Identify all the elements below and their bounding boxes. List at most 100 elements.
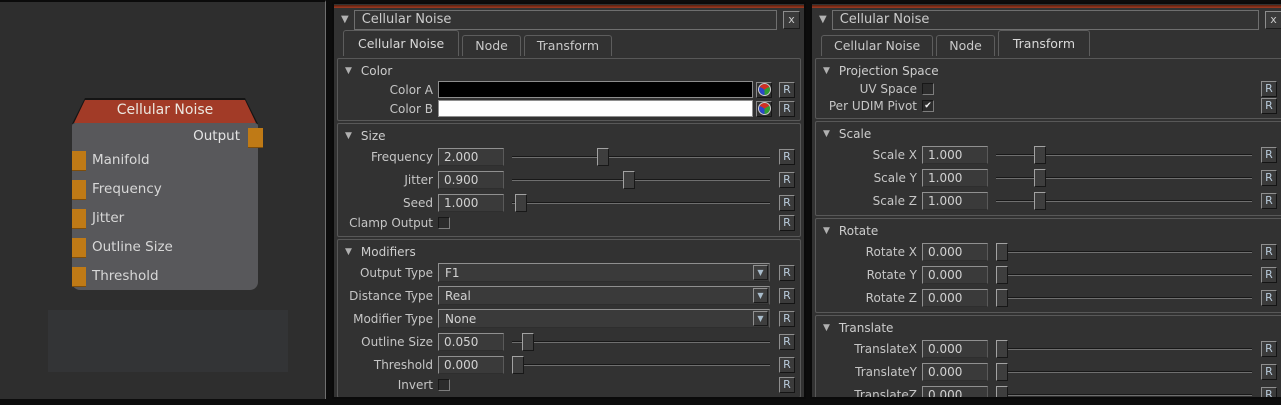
modifier-type-dropdown[interactable]: None ▼	[438, 309, 770, 328]
output-port[interactable]	[248, 128, 263, 148]
reset-button[interactable]: R	[1261, 98, 1277, 114]
tab-node[interactable]: Node	[936, 35, 995, 56]
tab-transform[interactable]: Transform	[524, 35, 612, 56]
reset-button[interactable]: R	[1261, 147, 1277, 163]
tab-cellular-noise[interactable]: Cellular Noise	[821, 35, 933, 56]
seed-input[interactable]: 1.000	[438, 194, 504, 212]
reset-button[interactable]: R	[779, 377, 795, 393]
slider-handle[interactable]	[597, 148, 609, 166]
translate-z-slider[interactable]	[996, 386, 1252, 400]
rotate-y-slider[interactable]	[996, 266, 1252, 284]
rotate-y-input[interactable]: 0.000	[922, 266, 988, 284]
node-graph-canvas[interactable]: Cellular Noise Output Manifold Frequency…	[0, 0, 326, 399]
reset-button[interactable]: R	[1261, 267, 1277, 283]
section-header-size[interactable]: ▼ Size	[338, 124, 800, 145]
scale-z-input[interactable]: 1.000	[922, 192, 988, 210]
reset-button[interactable]: R	[779, 195, 795, 211]
reset-button[interactable]: R	[779, 215, 795, 231]
rotate-z-input[interactable]: 0.000	[922, 289, 988, 307]
reset-button[interactable]: R	[779, 82, 795, 98]
reset-button[interactable]: R	[1261, 364, 1277, 380]
reset-button[interactable]: R	[1261, 341, 1277, 357]
reset-button[interactable]: R	[779, 149, 795, 165]
input-port-outline-size[interactable]	[72, 238, 86, 258]
threshold-input[interactable]: 0.000	[438, 356, 504, 374]
color-picker-button[interactable]	[756, 101, 772, 117]
slider-handle[interactable]	[1034, 169, 1046, 187]
translate-y-slider[interactable]	[996, 363, 1252, 381]
scale-z-slider[interactable]	[996, 192, 1252, 210]
translate-x-slider[interactable]	[996, 340, 1252, 358]
panel-title[interactable]: Cellular Noise	[832, 10, 1259, 30]
per-udim-pivot-checkbox[interactable]: ✔	[922, 100, 934, 112]
color-a-swatch[interactable]	[438, 81, 753, 98]
rotate-x-input[interactable]: 0.000	[922, 243, 988, 261]
outline-size-slider[interactable]	[512, 333, 770, 351]
output-type-dropdown[interactable]: F1 ▼	[438, 263, 770, 282]
slider-handle[interactable]	[515, 194, 527, 212]
slider-handle[interactable]	[996, 363, 1008, 381]
color-b-swatch[interactable]	[438, 100, 753, 117]
collapse-triangle-icon[interactable]: ▼	[819, 15, 827, 25]
slider-handle[interactable]	[1034, 192, 1046, 210]
section-header-rotate[interactable]: ▼ Rotate	[816, 219, 1281, 240]
node-header[interactable]: Cellular Noise	[72, 98, 258, 124]
reset-button[interactable]: R	[1261, 290, 1277, 306]
cellular-noise-node[interactable]: Output Manifold Frequency Jitter Outline…	[72, 123, 258, 290]
scale-y-slider[interactable]	[996, 169, 1252, 187]
seed-slider[interactable]	[512, 194, 770, 212]
reset-button[interactable]: R	[1261, 387, 1277, 400]
section-header-modifiers[interactable]: ▼ Modifiers	[338, 240, 800, 261]
color-picker-button[interactable]	[756, 82, 772, 98]
input-port-manifold[interactable]	[72, 151, 86, 171]
reset-button[interactable]: R	[779, 265, 795, 281]
close-button[interactable]: x	[1265, 11, 1281, 29]
threshold-slider[interactable]	[512, 356, 770, 374]
reset-button[interactable]: R	[779, 288, 795, 304]
slider-handle[interactable]	[996, 289, 1008, 307]
slider-handle[interactable]	[522, 333, 534, 351]
reset-button[interactable]: R	[779, 101, 795, 117]
jitter-input[interactable]: 0.900	[438, 171, 504, 189]
input-port-threshold[interactable]	[72, 267, 86, 287]
dropdown-arrow-icon[interactable]: ▼	[753, 265, 768, 280]
scale-y-input[interactable]: 1.000	[922, 169, 988, 187]
outline-size-input[interactable]: 0.050	[438, 333, 504, 351]
rotate-z-slider[interactable]	[996, 289, 1252, 307]
input-port-frequency[interactable]	[72, 180, 86, 200]
input-port-jitter[interactable]	[72, 209, 86, 229]
dropdown-arrow-icon[interactable]: ▼	[753, 311, 768, 326]
dropdown-arrow-icon[interactable]: ▼	[753, 288, 768, 303]
tab-node[interactable]: Node	[462, 35, 521, 56]
distance-type-dropdown[interactable]: Real ▼	[438, 286, 770, 305]
scale-x-slider[interactable]	[996, 146, 1252, 164]
translate-x-input[interactable]: 0.000	[922, 340, 988, 358]
clamp-output-checkbox[interactable]	[438, 217, 450, 229]
scale-x-input[interactable]: 1.000	[922, 146, 988, 164]
slider-handle[interactable]	[996, 386, 1008, 400]
slider-handle[interactable]	[512, 356, 524, 374]
invert-checkbox[interactable]	[438, 379, 450, 391]
reset-button[interactable]: R	[779, 172, 795, 188]
reset-button[interactable]: R	[1261, 81, 1277, 97]
slider-handle[interactable]	[996, 243, 1008, 261]
collapse-triangle-icon[interactable]: ▼	[341, 15, 349, 25]
slider-handle[interactable]	[1034, 146, 1046, 164]
tab-transform[interactable]: Transform	[998, 30, 1090, 56]
section-header-projection-space[interactable]: ▼ Projection Space	[816, 59, 1281, 80]
frequency-input[interactable]: 2.000	[438, 148, 504, 166]
reset-button[interactable]: R	[1261, 244, 1277, 260]
panel-title[interactable]: Cellular Noise	[354, 10, 777, 30]
rotate-x-slider[interactable]	[996, 243, 1252, 261]
uv-space-checkbox[interactable]	[922, 83, 934, 95]
reset-button[interactable]: R	[1261, 170, 1277, 186]
section-header-color[interactable]: ▼ Color	[338, 59, 800, 80]
jitter-slider[interactable]	[512, 171, 770, 189]
frequency-slider[interactable]	[512, 148, 770, 166]
reset-button[interactable]: R	[779, 334, 795, 350]
translate-z-input[interactable]: 0.000	[922, 386, 988, 400]
close-button[interactable]: x	[783, 11, 800, 29]
reset-button[interactable]: R	[779, 311, 795, 327]
slider-handle[interactable]	[996, 266, 1008, 284]
reset-button[interactable]: R	[779, 357, 795, 373]
